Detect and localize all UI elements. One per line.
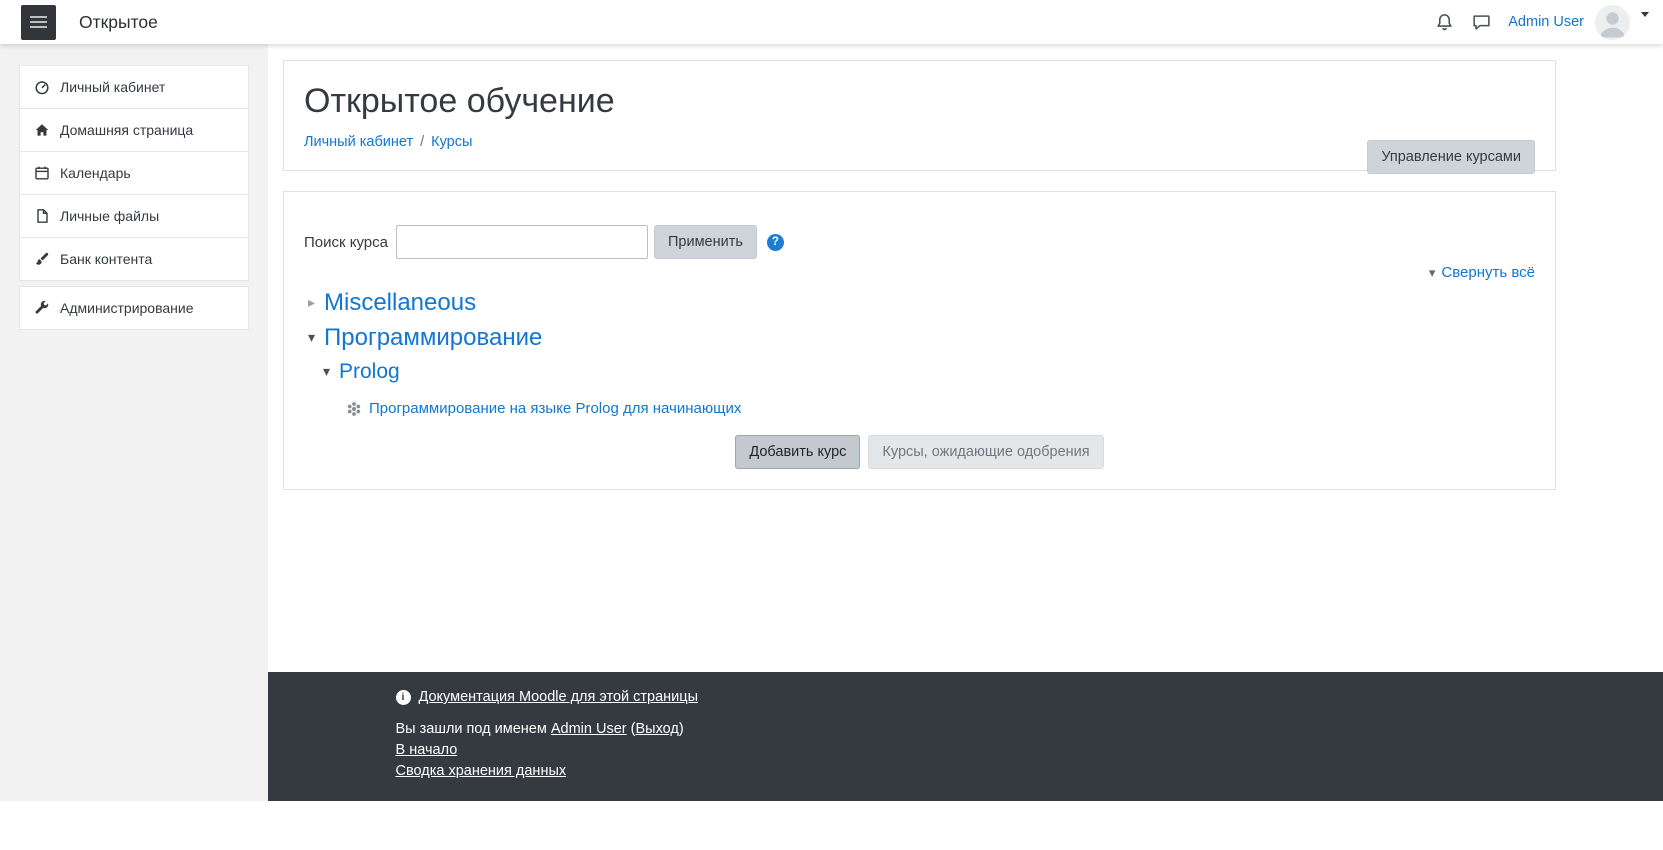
data-retention-link[interactable]: Сводка хранения данных	[396, 763, 567, 779]
logged-in-prefix: Вы зашли под именем	[396, 721, 547, 737]
collapse-all-link[interactable]: ▾ Свернуть всё	[1429, 264, 1535, 281]
course-icon	[346, 401, 362, 417]
sidebar-item-private-files[interactable]: Личные файлы	[19, 194, 249, 238]
page-header-card: Открытое обучение Личный кабинет / Курсы У…	[283, 60, 1556, 171]
notifications-bell-icon[interactable]	[1426, 13, 1463, 32]
hamburger-menu-button[interactable]	[21, 5, 56, 40]
category-actions: Добавить курс Курсы, ожидающие одобрения	[304, 435, 1535, 469]
subcategory-row-prolog: ▾ Prolog	[319, 355, 1535, 388]
content-column: Открытое обучение Личный кабинет / Курсы У…	[268, 44, 1663, 801]
pending-courses-button[interactable]: Курсы, ожидающие одобрения	[868, 435, 1103, 469]
data-retention-line: Сводка хранения данных	[396, 761, 1536, 782]
page-footer: i Документация Moodle для этой страницы …	[268, 672, 1663, 801]
breadcrumb-separator: /	[420, 134, 424, 150]
sidebar-item-calendar[interactable]: Календарь	[19, 151, 249, 195]
course-search-input[interactable]	[396, 225, 648, 259]
logout-link[interactable]: Выход	[635, 721, 678, 737]
sidebar-item-home[interactable]: Домашняя страница	[19, 108, 249, 152]
breadcrumb-dashboard-link[interactable]: Личный кабинет	[304, 134, 413, 150]
sidebar-item-label: Личный кабинет	[60, 79, 165, 95]
brush-icon	[33, 251, 50, 267]
home-icon	[33, 122, 50, 138]
category-tree: ▸ Miscellaneous ▾ Программирование ▾ Pro…	[304, 285, 1535, 417]
page-title: Открытое обучение	[304, 82, 1535, 121]
dashboard-icon	[33, 79, 50, 95]
calendar-icon	[33, 165, 50, 181]
course-categories-card: Поиск курса Применить ? ▾ Свернуть всё ▸…	[283, 191, 1556, 490]
main-region: Открытое обучение Личный кабинет / Курсы У…	[268, 44, 1663, 672]
moodle-docs-link[interactable]: Документация Moodle для этой страницы	[419, 689, 699, 705]
nav-drawer: Личный кабинет Домашняя страница Календа…	[0, 44, 268, 801]
site-title-link[interactable]: Открытое	[79, 12, 158, 33]
user-avatar[interactable]	[1595, 5, 1630, 40]
sidebar-item-label: Домашняя страница	[60, 122, 193, 138]
collapse-toggle-icon[interactable]: ▾	[304, 320, 319, 355]
footer-home-link[interactable]: В начало	[396, 742, 458, 758]
breadcrumb: Личный кабинет / Курсы	[304, 134, 1535, 150]
user-name-link[interactable]: Admin User	[1508, 14, 1584, 30]
home-line: В начало	[396, 740, 1536, 761]
course-link-prolog-beginners[interactable]: Программирование на языке Prolog для нач…	[369, 400, 741, 417]
messages-icon[interactable]	[1463, 13, 1500, 32]
page-layout: Личный кабинет Домашняя страница Календа…	[0, 44, 1663, 801]
expand-toggle-icon[interactable]: ▸	[304, 285, 319, 320]
sidebar-item-label: Календарь	[60, 165, 131, 181]
course-search-row: Поиск курса Применить ?	[304, 225, 1535, 259]
manage-courses-button[interactable]: Управление курсами	[1367, 140, 1535, 174]
sidebar-item-label: Банк контента	[60, 251, 152, 267]
wrench-icon	[33, 300, 50, 316]
collapse-all-caret-icon: ▾	[1429, 265, 1436, 281]
user-menu-caret-icon[interactable]	[1641, 12, 1649, 17]
logged-in-line: Вы зашли под именем Admin User (Выход)	[396, 719, 1536, 740]
sidebar-item-site-administration[interactable]: Администрирование	[19, 286, 249, 330]
help-icon[interactable]: ?	[767, 234, 784, 251]
sidebar-item-content-bank[interactable]: Банк контента	[19, 237, 249, 281]
subcategory-link-prolog[interactable]: Prolog	[339, 355, 400, 388]
sidebar-item-dashboard[interactable]: Личный кабинет	[19, 65, 249, 109]
sidebar-item-label: Личные файлы	[60, 208, 159, 224]
breadcrumb-courses-link[interactable]: Курсы	[431, 134, 472, 150]
sidebar-item-label: Администрирование	[60, 300, 194, 316]
navbar-right: Admin User	[1426, 0, 1649, 44]
category-link-miscellaneous[interactable]: Miscellaneous	[324, 285, 476, 320]
collapse-all-label: Свернуть всё	[1441, 264, 1535, 281]
logout-paren-close: )	[679, 721, 684, 737]
footer-content: i Документация Moodle для этой страницы …	[396, 672, 1536, 782]
hamburger-icon	[30, 16, 47, 18]
apply-search-button[interactable]: Применить	[654, 225, 757, 259]
info-icon: i	[396, 690, 411, 705]
course-row: Программирование на языке Prolog для нач…	[346, 400, 1535, 417]
search-course-label: Поиск курса	[304, 234, 388, 251]
top-navbar: Открытое Admin User	[0, 0, 1663, 44]
file-icon	[33, 208, 50, 224]
docs-line: i Документация Moodle для этой страницы	[396, 689, 1536, 705]
category-link-programming[interactable]: Программирование	[324, 320, 542, 355]
category-row-programming: ▾ Программирование	[304, 320, 1535, 355]
collapse-toggle-icon[interactable]: ▾	[319, 355, 334, 388]
category-row-miscellaneous: ▸ Miscellaneous	[304, 285, 1535, 320]
footer-user-link[interactable]: Admin User	[551, 721, 627, 737]
add-course-button[interactable]: Добавить курс	[735, 435, 860, 469]
